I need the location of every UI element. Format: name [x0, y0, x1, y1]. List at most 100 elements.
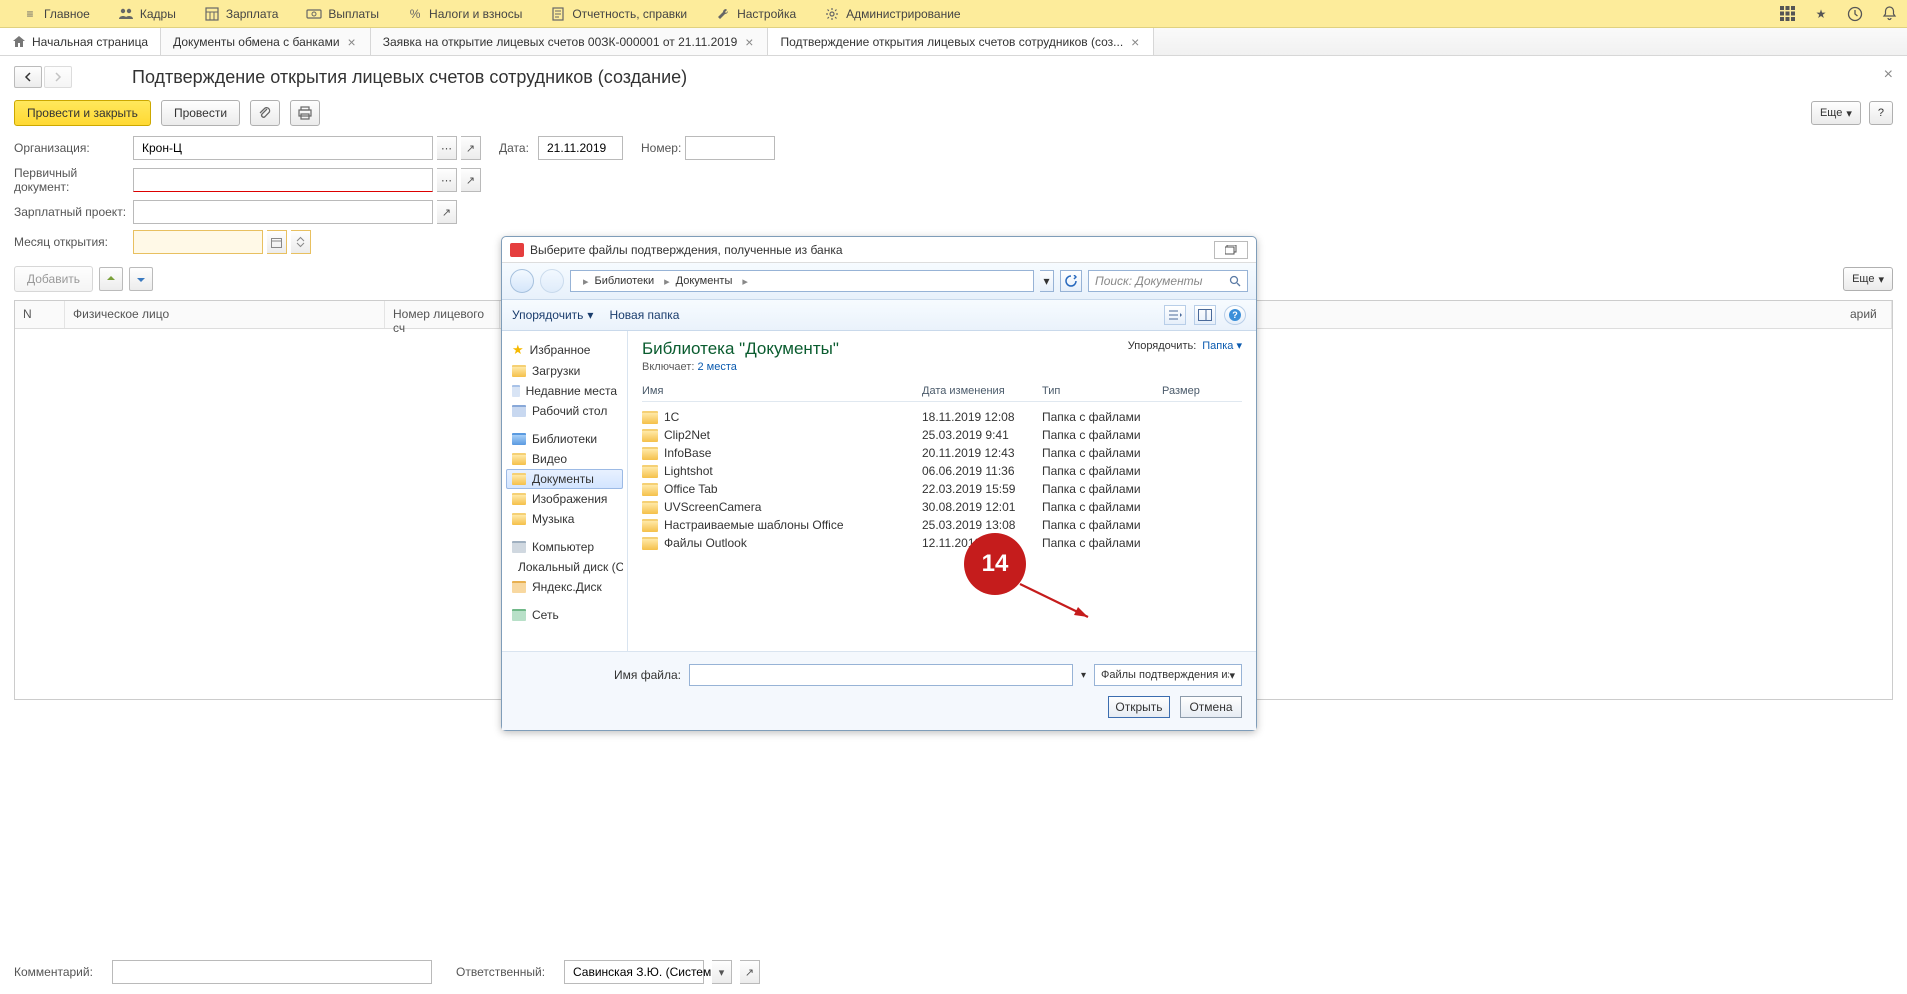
- col-person[interactable]: Физическое лицо: [65, 301, 385, 328]
- proj-field[interactable]: [133, 200, 433, 224]
- col-date[interactable]: Дата изменения: [922, 385, 1042, 397]
- nav-admin[interactable]: Администрирование: [810, 0, 974, 28]
- col-type[interactable]: Тип: [1042, 385, 1162, 397]
- month-field[interactable]: [133, 230, 263, 254]
- move-down-button[interactable]: [129, 267, 153, 291]
- primary-doc-field[interactable]: [133, 168, 433, 192]
- side-downloads[interactable]: Загрузки: [506, 361, 623, 381]
- doc-open-button[interactable]: ↗: [461, 168, 481, 192]
- side-yandexdisk[interactable]: Яндекс.Диск: [506, 577, 623, 597]
- organize-menu[interactable]: Упорядочить ▾: [512, 308, 593, 322]
- side-favorites[interactable]: ★Избранное: [506, 339, 623, 361]
- org-open-button[interactable]: ↗: [461, 136, 481, 160]
- tab-current[interactable]: Подтверждение открытия лицевых счетов со…: [768, 28, 1154, 55]
- col-comment[interactable]: арий: [1842, 301, 1892, 328]
- nav-payments[interactable]: Выплаты: [292, 0, 393, 28]
- filename-input[interactable]: [689, 664, 1073, 686]
- side-computer[interactable]: Компьютер: [506, 537, 623, 557]
- dialog-restore-button[interactable]: [1214, 241, 1248, 259]
- file-row[interactable]: 1C18.11.2019 12:08Папка с файлами: [642, 408, 1242, 426]
- side-video[interactable]: Видео: [506, 449, 623, 469]
- comment-field[interactable]: [112, 960, 432, 984]
- proj-open-button[interactable]: ↗: [437, 200, 457, 224]
- resp-open-button[interactable]: ↗: [740, 960, 760, 984]
- proj-input[interactable]: [140, 201, 426, 223]
- process-button[interactable]: Провести: [161, 100, 240, 126]
- primary-doc-input[interactable]: [140, 169, 426, 191]
- address-dropdown[interactable]: ▾: [1040, 270, 1054, 292]
- dlg-back-button[interactable]: [510, 269, 534, 293]
- file-row[interactable]: Office Tab22.03.2019 15:59Папка с файлам…: [642, 480, 1242, 498]
- side-documents[interactable]: Документы: [506, 469, 623, 489]
- forward-button[interactable]: [44, 66, 72, 88]
- tab-request[interactable]: Заявка на открытие лицевых счетов 00ЗК-0…: [371, 28, 769, 55]
- file-row[interactable]: Настраиваемые шаблоны Office25.03.2019 1…: [642, 516, 1242, 534]
- new-folder-button[interactable]: Новая папка: [609, 308, 679, 322]
- num-field[interactable]: [685, 136, 775, 160]
- sort-mode-link[interactable]: Папка ▾: [1202, 339, 1242, 352]
- col-n[interactable]: N: [15, 301, 65, 328]
- col-acct[interactable]: Номер лицевого сч: [385, 301, 500, 328]
- side-music[interactable]: Музыка: [506, 509, 623, 529]
- tab-home[interactable]: Начальная страница: [0, 28, 161, 55]
- file-row[interactable]: InfoBase20.11.2019 12:43Папка с файлами: [642, 444, 1242, 462]
- num-input[interactable]: [692, 137, 851, 159]
- nav-settings[interactable]: Настройка: [701, 0, 810, 28]
- main-menu-toggle[interactable]: ≡ Главное: [8, 0, 104, 28]
- org-input[interactable]: [140, 137, 426, 159]
- org-field[interactable]: [133, 136, 433, 160]
- crumb[interactable]: Библиотеки: [595, 275, 659, 287]
- dlg-help-button[interactable]: ?: [1224, 305, 1246, 325]
- nav-reports[interactable]: Отчетность, справки: [536, 0, 701, 28]
- responsible-field[interactable]: [564, 960, 704, 984]
- nav-salary[interactable]: Зарплата: [190, 0, 293, 28]
- process-close-button[interactable]: Провести и закрыть: [14, 100, 151, 126]
- open-button[interactable]: Открыть: [1108, 696, 1170, 718]
- close-icon[interactable]: ×: [346, 34, 358, 50]
- col-name[interactable]: Имя: [642, 385, 922, 397]
- month-stepper-button[interactable]: [291, 230, 311, 254]
- add-button[interactable]: Добавить: [14, 266, 93, 292]
- dlg-forward-button[interactable]: [540, 269, 564, 293]
- view-mode-button[interactable]: [1164, 305, 1186, 325]
- side-desktop[interactable]: Рабочий стол: [506, 401, 623, 421]
- file-row[interactable]: Lightshot06.06.2019 11:36Папка с файлами: [642, 462, 1242, 480]
- side-network[interactable]: Сеть: [506, 605, 623, 625]
- move-up-button[interactable]: [99, 267, 123, 291]
- history-icon[interactable]: [1845, 4, 1865, 24]
- resp-drop-button[interactable]: ▾: [712, 960, 732, 984]
- employee-grid[interactable]: N Физическое лицо Номер лицевого сч арий…: [14, 300, 1893, 700]
- side-pictures[interactable]: Изображения: [506, 489, 623, 509]
- star-icon[interactable]: ★: [1811, 4, 1831, 24]
- places-link[interactable]: 2 места: [697, 361, 736, 373]
- side-recent[interactable]: Недавние места: [506, 381, 623, 401]
- comment-input[interactable]: [119, 961, 425, 983]
- filename-dropdown[interactable]: ▾: [1081, 670, 1086, 681]
- search-input[interactable]: Поиск: Документы: [1088, 270, 1248, 292]
- back-button[interactable]: [14, 66, 42, 88]
- attach-button[interactable]: [250, 100, 280, 126]
- refresh-button[interactable]: [1060, 270, 1082, 292]
- org-dots-button[interactable]: ⋯: [437, 136, 457, 160]
- nav-hr[interactable]: Кадры: [104, 0, 190, 28]
- close-page-icon[interactable]: ×: [1884, 66, 1893, 84]
- file-row[interactable]: UVScreenCamera30.08.2019 12:01Папка с фа…: [642, 498, 1242, 516]
- close-icon[interactable]: ×: [1129, 34, 1141, 50]
- apps-icon[interactable]: [1777, 4, 1797, 24]
- side-libraries[interactable]: Библиотеки: [506, 429, 623, 449]
- col-size[interactable]: Размер: [1162, 385, 1242, 397]
- file-row[interactable]: Файлы Outlook12.11.2019 14:38Папка с фай…: [642, 534, 1242, 552]
- print-button[interactable]: [290, 100, 320, 126]
- more-button[interactable]: Еще▾: [1811, 101, 1861, 125]
- preview-pane-button[interactable]: [1194, 305, 1216, 325]
- close-icon[interactable]: ×: [743, 34, 755, 50]
- side-localdisk[interactable]: Локальный диск (C: [506, 557, 623, 577]
- file-row[interactable]: Clip2Net25.03.2019 9:41Папка с файлами: [642, 426, 1242, 444]
- filetype-select[interactable]: Файлы подтверждения из бан ▾: [1094, 664, 1242, 686]
- responsible-input[interactable]: [571, 961, 730, 983]
- month-calendar-button[interactable]: [267, 230, 287, 254]
- crumb[interactable]: Документы: [676, 275, 737, 287]
- help-button[interactable]: ?: [1869, 101, 1893, 125]
- grid-more-button[interactable]: Еще▾: [1843, 267, 1893, 291]
- date-field[interactable]: [538, 136, 623, 160]
